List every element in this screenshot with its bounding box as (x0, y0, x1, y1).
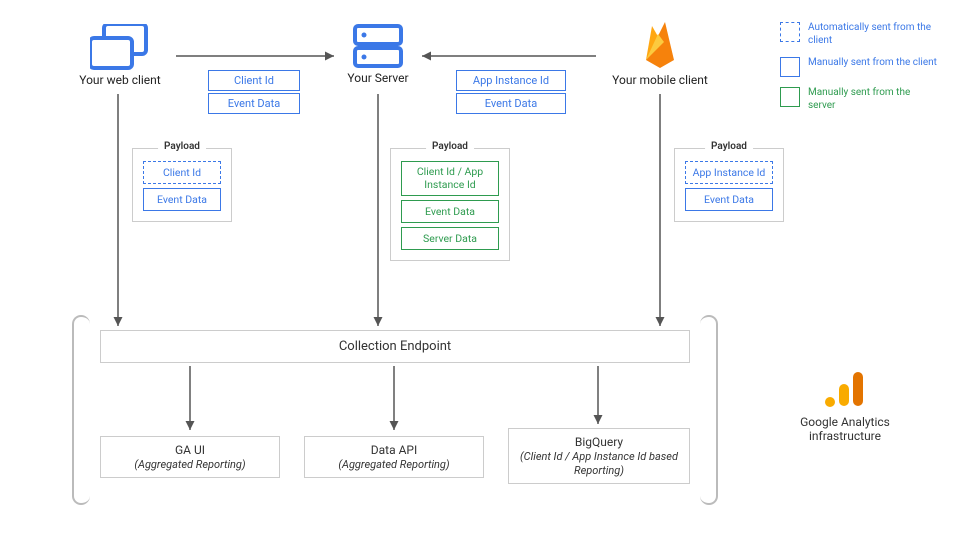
result-bq-sub: (Client Id / App Instance Id based Repor… (520, 450, 678, 477)
payload-server-id: Client Id / App Instance Id (401, 161, 499, 196)
send-client-id: Client Id (208, 70, 300, 91)
legend-client-text: Manually sent from the client (808, 57, 937, 70)
send-app-instance-id: App Instance Id (456, 70, 566, 91)
analytics-icon (823, 370, 867, 408)
server-label: Your Server (338, 71, 418, 85)
payload-web: Payload Client Id Event Data (132, 148, 232, 222)
payload-title-m: Payload (705, 141, 753, 152)
payload-web-event: Event Data (143, 188, 221, 211)
send-event-data: Event Data (208, 93, 300, 114)
payload-server-event: Event Data (401, 200, 499, 223)
payload-server: Payload Client Id / App Instance Id Even… (390, 148, 510, 261)
result-ga-sub: (Aggregated Reporting) (134, 458, 245, 471)
swatch-auto (780, 22, 800, 42)
legend-client: Manually sent from the client (780, 57, 940, 77)
result-api-title: Data API (309, 443, 479, 457)
swatch-server (780, 87, 800, 107)
payload-mobile: Payload App Instance Id Event Data (674, 148, 784, 222)
bracket-left (72, 315, 90, 505)
mobile-to-server-data: App Instance Id Event Data (456, 68, 566, 116)
mobile-client-label: Your mobile client (600, 73, 720, 87)
legend-auto-text: Automatically sent from the client (808, 22, 940, 47)
payload-mobile-event: Event Data (685, 188, 773, 211)
legend-server: Manually sent from the server (780, 87, 940, 112)
web-client-icon (90, 24, 150, 70)
result-ga-title: GA UI (105, 443, 275, 457)
swatch-client (780, 57, 800, 77)
server-icon (353, 24, 403, 68)
payload-title-s: Payload (426, 141, 474, 152)
collection-endpoint: Collection Endpoint (100, 330, 690, 363)
result-ga-ui: GA UI (Aggregated Reporting) (100, 436, 280, 478)
bracket-right (700, 315, 718, 505)
payload-title: Payload (158, 141, 206, 152)
legend: Automatically sent from the client Manua… (780, 22, 940, 122)
ga-infra: Google Analytics infrastructure (780, 370, 910, 443)
send-event-data-m: Event Data (456, 93, 566, 114)
result-bq-title: BigQuery (513, 435, 685, 449)
firebase-icon (640, 20, 680, 70)
payload-web-clientid: Client Id (143, 161, 221, 184)
result-api-sub: (Aggregated Reporting) (338, 458, 449, 471)
payload-mobile-id: App Instance Id (685, 161, 773, 184)
web-client-label: Your web client (70, 73, 170, 87)
result-data-api: Data API (Aggregated Reporting) (304, 436, 484, 478)
result-bigquery: BigQuery (Client Id / App Instance Id ba… (508, 428, 690, 484)
legend-server-text: Manually sent from the server (808, 87, 940, 112)
ga-infra-label: Google Analytics infrastructure (780, 415, 910, 443)
payload-server-data: Server Data (401, 227, 499, 250)
web-to-server-data: Client Id Event Data (208, 68, 300, 116)
legend-auto: Automatically sent from the client (780, 22, 940, 47)
